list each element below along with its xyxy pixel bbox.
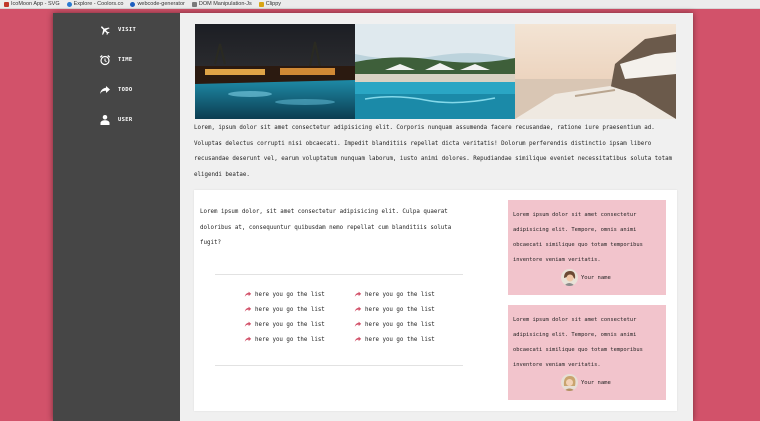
list-item-label: here you go the list — [365, 336, 435, 343]
bookmarks-bar: IcoMoon App - SVG Explore - Coolors.co w… — [0, 0, 760, 9]
list-item[interactable]: here you go the list — [244, 335, 354, 344]
list-item-label: here you go the list — [365, 321, 435, 328]
testimonial-text: Lorem ipsum dolor sit amet consectetur a… — [513, 317, 643, 368]
bookmark-label: Explore - Coolors.co — [73, 1, 124, 7]
bookmark-label: DOM Manipulation-Js — [198, 1, 252, 7]
share-arrow-icon — [354, 306, 362, 313]
testimonial-card: Lorem ipsum dolor sit amet consectetur a… — [508, 200, 666, 295]
content-paragraph: Lorem ipsum dolor, sit amet consectetur … — [200, 209, 452, 246]
daytime-resort-pool-photo — [355, 24, 515, 119]
bookmark-label: Clippy — [265, 1, 282, 7]
avatar — [561, 374, 578, 391]
seaside-cliff-terrace-photo — [515, 24, 676, 119]
share-arrow-icon — [354, 336, 362, 343]
list-item-label: here you go the list — [255, 336, 325, 343]
testimonial-text: Lorem ipsum dolor sit amet consectetur a… — [513, 212, 643, 263]
coolors-favicon-icon — [66, 1, 72, 7]
share-arrow-icon — [354, 291, 362, 298]
sidebar-item-time[interactable]: TIME — [98, 54, 132, 66]
clippy-favicon-icon — [258, 1, 264, 7]
list-item-label: here you go the list — [255, 291, 325, 298]
sidebar-item-visit[interactable]: VISIT — [98, 24, 136, 36]
testimonial-name: Your name — [581, 274, 611, 281]
list-item[interactable]: here you go the list — [354, 290, 464, 299]
content-card: Lorem ipsum dolor, sit amet consectetur … — [194, 190, 677, 411]
list-item[interactable]: here you go the list — [354, 335, 464, 344]
testimonial-author: Your name — [561, 269, 611, 286]
sidebar-item-todo[interactable]: TODO — [98, 84, 132, 96]
intro-paragraph: Lorem, ipsum dolor sit amet consectetur … — [194, 125, 673, 178]
sidebar: VISIT TIME TODO USER — [53, 13, 180, 421]
testimonial-card: Lorem ipsum dolor sit amet consectetur a… — [508, 305, 666, 400]
dom-favicon-icon — [191, 1, 197, 7]
testimonial-name: Your name — [581, 379, 611, 386]
sidebar-item-label: TIME — [118, 57, 133, 63]
share-arrow-icon — [244, 291, 252, 298]
bookmark-clippy[interactable]: Clippy — [258, 1, 282, 7]
todo-list: here you go the list here you go the lis… — [244, 290, 454, 344]
list-item[interactable]: here you go the list — [244, 305, 354, 314]
hero-gallery — [195, 24, 676, 119]
app-window: VISIT TIME TODO USER Lorem, ipsum dolor … — [53, 13, 693, 421]
list-item[interactable]: here you go the list — [244, 290, 354, 299]
divider — [215, 365, 463, 366]
bookmark-dom-manipulation[interactable]: DOM Manipulation-Js — [191, 1, 252, 7]
avatar — [561, 269, 578, 286]
bookmark-label: webcode-generator — [137, 1, 185, 7]
sidebar-item-user[interactable]: USER — [98, 114, 132, 126]
share-arrow-icon — [354, 321, 362, 328]
webcode-favicon-icon — [130, 1, 136, 7]
list-item-label: here you go the list — [255, 321, 325, 328]
testimonial-author: Your name — [561, 374, 611, 391]
list-item[interactable]: here you go the list — [244, 320, 354, 329]
divider — [215, 274, 463, 275]
bookmark-coolors[interactable]: Explore - Coolors.co — [66, 1, 124, 7]
list-item-label: here you go the list — [255, 306, 325, 313]
main-content: Lorem, ipsum dolor sit amet consectetur … — [180, 13, 693, 421]
list-item-label: here you go the list — [365, 291, 435, 298]
night-resort-pool-photo — [195, 24, 355, 119]
list-item[interactable]: here you go the list — [354, 305, 464, 314]
sidebar-item-label: VISIT — [118, 27, 137, 33]
icomoon-favicon-icon — [4, 1, 9, 7]
sidebar-item-label: USER — [118, 117, 133, 123]
user-icon — [98, 114, 112, 126]
share-arrow-icon — [244, 336, 252, 343]
list-item[interactable]: here you go the list — [354, 320, 464, 329]
sidebar-item-label: TODO — [118, 87, 133, 93]
share-arrow-icon — [98, 84, 112, 96]
share-arrow-icon — [244, 321, 252, 328]
bookmark-icomoon[interactable]: IcoMoon App - SVG — [4, 1, 60, 7]
alarm-clock-icon — [98, 54, 112, 66]
list-item-label: here you go the list — [365, 306, 435, 313]
bookmark-label: IcoMoon App - SVG — [11, 1, 60, 7]
bookmark-webcode-generator[interactable]: webcode-generator — [130, 1, 185, 7]
airplane-icon — [98, 24, 112, 36]
share-arrow-icon — [244, 306, 252, 313]
